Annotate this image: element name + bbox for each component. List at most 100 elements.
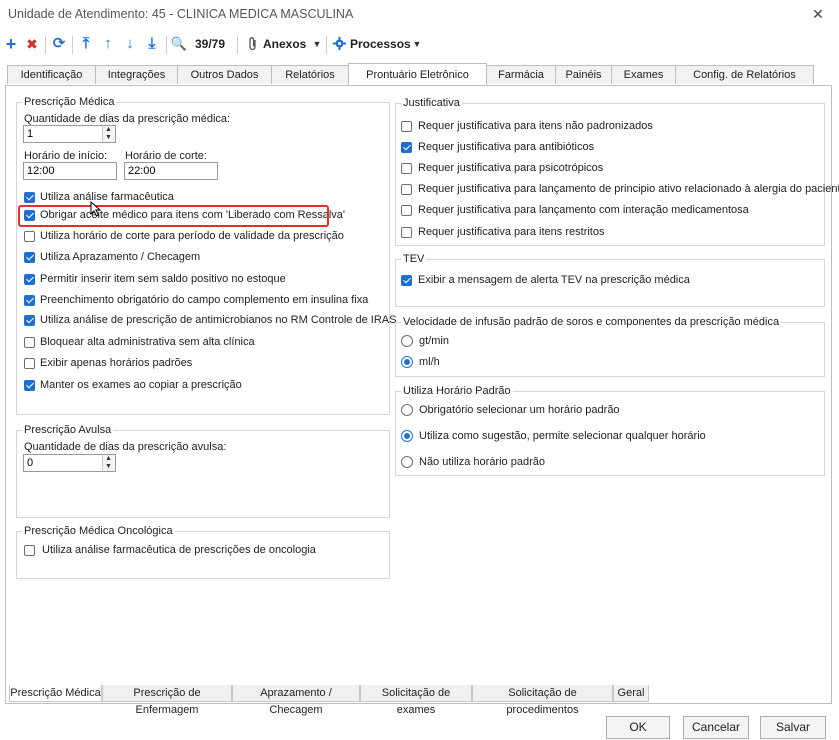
paperclip-icon[interactable] <box>246 33 260 55</box>
bottom-tab-geral[interactable]: Geral <box>613 685 649 702</box>
first-record-icon[interactable]: ⤒ <box>77 33 95 55</box>
radio-label: Não utiliza horário padrão <box>419 456 545 468</box>
mouse-cursor-icon <box>90 200 102 220</box>
checkbox-itens-restritos[interactable] <box>401 227 412 238</box>
checkbox-label: Requer justificativa para psicotrópicos <box>418 162 604 174</box>
refresh-icon[interactable]: ⟳ <box>50 33 68 55</box>
tab-integracoes[interactable]: Integrações <box>95 65 178 84</box>
group-title: Utiliza Horário Padrão <box>401 385 513 397</box>
group-title: Justificativa <box>401 97 462 109</box>
qtd-dias-avulsa-spinner[interactable]: ▲ ▼ <box>102 454 116 472</box>
checkbox-label: Preenchimento obrigatório do campo compl… <box>40 294 369 306</box>
radio-sugestao-horario[interactable] <box>401 430 413 442</box>
checkbox-label: Utiliza análise farmacêutica <box>40 191 174 203</box>
radio-ml-h[interactable] <box>401 356 413 368</box>
horario-corte-input[interactable] <box>124 162 218 180</box>
group-title: TEV <box>401 253 427 265</box>
checkbox-antibioticos[interactable] <box>401 142 412 153</box>
checkbox-analise-farmaceutica[interactable] <box>24 192 35 203</box>
ok-button[interactable]: OK <box>606 716 670 739</box>
checkbox-horarios-padroes[interactable] <box>24 358 35 369</box>
attachments-dropdown-icon[interactable]: ▼ <box>310 33 324 55</box>
checkbox-label: Utiliza análise de prescrição de antimic… <box>40 314 397 326</box>
group-title: Prescrição Médica <box>22 96 117 108</box>
tab-config-relatorios[interactable]: Config. de Relatórios <box>675 65 814 84</box>
checkbox-label: Utiliza Aprazamento / Checagem <box>40 251 201 263</box>
toolbar-separator <box>237 36 238 54</box>
bottom-tab-solicitacao-procedimentos[interactable]: Solicitação de procedimentos <box>472 685 613 716</box>
checkbox-label: Exibir apenas horários padrões <box>40 357 193 369</box>
checkbox-aprazamento[interactable] <box>24 252 35 263</box>
close-window-button[interactable]: ✕ <box>808 4 828 24</box>
checkbox-antimicrobianos[interactable] <box>24 315 35 326</box>
tab-farmacia[interactable]: Farmácia <box>486 65 556 84</box>
bottom-tab-aprazamento[interactable]: Aprazamento / Checagem <box>232 685 360 716</box>
processes-dropdown-icon[interactable]: ▼ <box>410 33 424 55</box>
tab-exames[interactable]: Exames <box>611 65 676 84</box>
checkbox-analise-oncologia[interactable] <box>24 545 35 556</box>
window-title: Unidade de Atendimento: 45 - CLINICA MED… <box>8 7 354 21</box>
group-title: Prescrição Avulsa <box>22 424 114 436</box>
horario-corte-label: Horário de corte: <box>125 150 207 162</box>
horario-inicio-label: Horário de início: <box>24 150 108 162</box>
checkbox-label: Utiliza análise farmacêutica de prescriç… <box>42 544 316 556</box>
tab-relatorios[interactable]: Relatórios <box>271 65 349 84</box>
save-button[interactable]: Salvar <box>760 716 826 739</box>
tab-outros-dados[interactable]: Outros Dados <box>177 65 272 84</box>
qtd-dias-label: Quantidade de dias da prescrição médica: <box>24 113 231 125</box>
checkbox-psicotropicos[interactable] <box>401 163 412 174</box>
checkbox-itens-nao-padronizados[interactable] <box>401 121 412 132</box>
qtd-dias-avulsa-label: Quantidade de dias da prescrição avulsa: <box>24 441 227 453</box>
toolbar-separator <box>166 36 167 54</box>
next-record-icon[interactable]: ↓ <box>121 33 139 55</box>
horario-inicio-input[interactable] <box>23 162 117 180</box>
checkbox-label: Manter os exames ao copiar a prescrição <box>40 379 242 391</box>
bottom-tab-solicitacao-exames[interactable]: Solicitação de exames <box>360 685 472 716</box>
checkbox-label: Permitir inserir item sem saldo positivo… <box>40 273 286 285</box>
highlight-box <box>18 205 329 227</box>
radio-nao-utiliza-horario[interactable] <box>401 456 413 468</box>
tab-prontuario-eletronico[interactable]: Prontuário Eletrônico <box>348 63 487 85</box>
qtd-dias-input[interactable] <box>23 125 103 143</box>
qtd-dias-spinner[interactable]: ▲ ▼ <box>102 125 116 143</box>
bottom-tab-prescricao-enfermagem[interactable]: Prescrição de Enfermagem <box>102 685 232 716</box>
previous-record-icon[interactable]: ↑ <box>99 33 117 55</box>
checkbox-saldo-positivo[interactable] <box>24 274 35 285</box>
checkbox-horario-corte[interactable] <box>24 231 35 242</box>
gear-icon[interactable] <box>331 33 347 55</box>
search-icon[interactable]: 🔍 <box>170 33 188 55</box>
checkbox-label: Utiliza horário de corte para período de… <box>40 230 344 242</box>
checkbox-label: Requer justificativa para lançamento com… <box>418 204 749 216</box>
bottom-tab-prescricao-medica[interactable]: Prescrição Médica <box>9 685 102 702</box>
radio-obrigatorio-horario[interactable] <box>401 404 413 416</box>
checkbox-label: Requer justificativa para antibióticos <box>418 141 595 153</box>
checkbox-label: Requer justificativa para itens restrito… <box>418 226 605 238</box>
toolbar-separator <box>45 36 46 54</box>
tab-paineis[interactable]: Painéis <box>555 65 612 84</box>
last-record-icon[interactable]: ⤓ <box>143 33 161 55</box>
checkbox-alergia[interactable] <box>401 184 412 195</box>
delete-icon[interactable]: ✖ <box>23 33 41 55</box>
group-title: Velocidade de infusão padrão de soros e … <box>401 316 782 328</box>
checkbox-alerta-tev[interactable] <box>401 275 412 286</box>
qtd-dias-avulsa-input[interactable] <box>23 454 103 472</box>
tab-identificacao[interactable]: Identificação <box>7 65 96 84</box>
toolbar: + ✖ ⟳ ⤒ ↑ ↓ ⤓ 🔍 39/79 Anexos ▼ Processos… <box>0 31 839 59</box>
group-velocidade-infusao <box>395 322 825 377</box>
radio-label: Utiliza como sugestão, permite seleciona… <box>419 430 706 442</box>
processes-button[interactable]: Processos <box>350 33 411 55</box>
cancel-button[interactable]: Cancelar <box>683 716 749 739</box>
radio-label: Obrigatório selecionar um horário padrão <box>419 404 620 416</box>
add-icon[interactable]: + <box>2 33 20 55</box>
record-counter: 39/79 <box>194 37 226 51</box>
radio-gt-min[interactable] <box>401 335 413 347</box>
radio-label: ml/h <box>419 356 440 368</box>
checkbox-complemento-insulina[interactable] <box>24 295 35 306</box>
checkbox-label: Bloquear alta administrativa sem alta cl… <box>40 336 255 348</box>
attachments-button[interactable]: Anexos <box>263 33 307 55</box>
checkbox-label: Requer justificativa para itens não padr… <box>418 120 653 132</box>
checkbox-manter-exames[interactable] <box>24 380 35 391</box>
radio-label: gt/min <box>419 335 449 347</box>
checkbox-interacao-medicamentosa[interactable] <box>401 205 412 216</box>
checkbox-bloquear-alta[interactable] <box>24 337 35 348</box>
